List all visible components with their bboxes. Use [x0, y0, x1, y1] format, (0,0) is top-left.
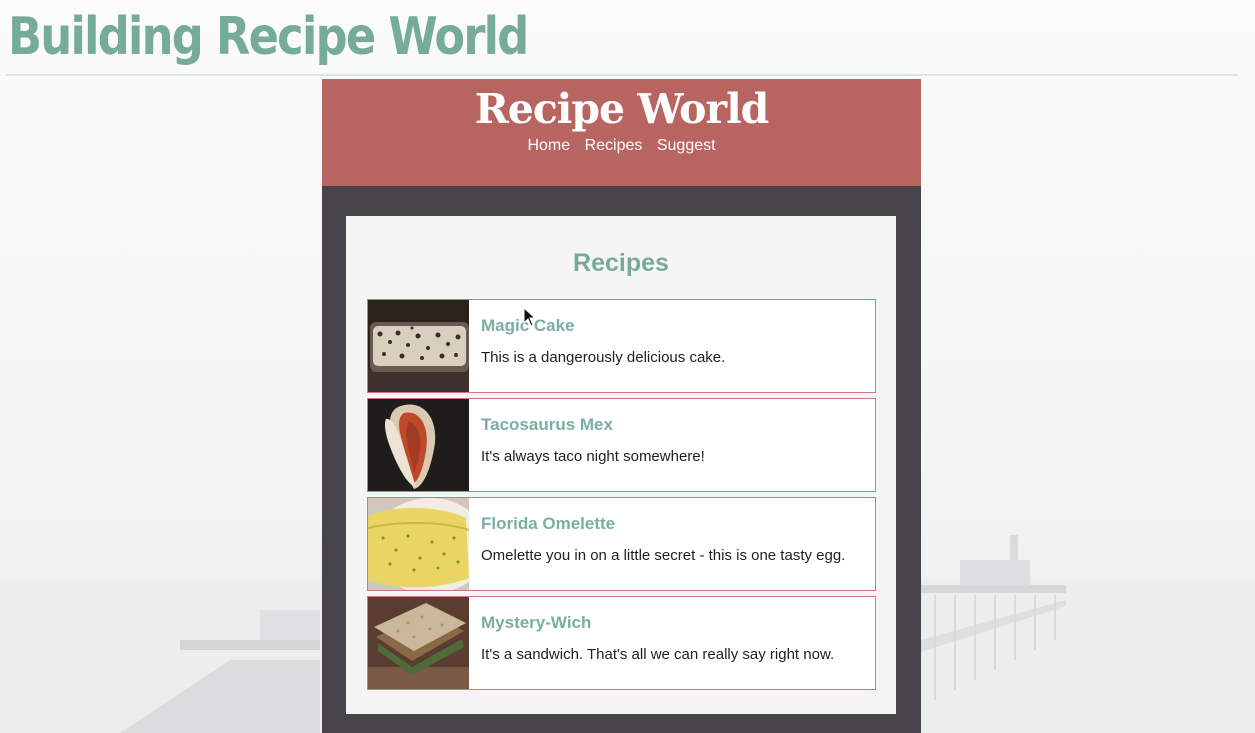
slide-title: Building Recipe World: [8, 7, 529, 67]
recipe-description: It's a sandwich. That's all we can reall…: [481, 646, 835, 663]
title-divider: [6, 74, 1238, 76]
recipe-description: This is a dangerously delicious cake.: [481, 349, 726, 366]
recipe-thumbnail-cake[interactable]: [368, 300, 469, 392]
recipe-name[interactable]: Florida Omelette: [481, 514, 615, 534]
recipe-description: Omelette you in on a little secret - thi…: [481, 547, 846, 564]
nav-home-link[interactable]: Home: [527, 137, 570, 154]
recipe-item-tacosaurus-mex[interactable]: Tacosaurus Mex It's always taco night so…: [367, 398, 876, 492]
recipe-thumbnail-omelette[interactable]: [368, 498, 469, 590]
recipe-list: Magic Cake This is a dangerously delicio…: [367, 299, 876, 695]
nav-suggest-link[interactable]: Suggest: [657, 137, 716, 154]
recipe-thumbnail-sandwich[interactable]: [368, 597, 469, 689]
recipes-content-card: Recipes Magic Cake This is a dangerously…: [346, 216, 896, 714]
nav-recipes-link[interactable]: Recipes: [585, 137, 643, 154]
recipe-name[interactable]: Mystery-Wich: [481, 613, 591, 633]
recipe-description: It's always taco night somewhere!: [481, 448, 705, 465]
recipes-section-title: Recipes: [573, 249, 669, 277]
recipe-name[interactable]: Tacosaurus Mex: [481, 415, 613, 435]
recipe-item-florida-omelette[interactable]: Florida Omelette Omelette you in on a li…: [367, 497, 876, 591]
site-header: Recipe World Home Recipes Suggest: [322, 79, 921, 186]
site-logo[interactable]: Recipe World: [322, 85, 921, 133]
arrow-cursor-icon: [523, 307, 537, 327]
browser-page: Recipe World Home Recipes Suggest Recipe…: [322, 79, 921, 733]
site-nav: Home Recipes Suggest: [322, 136, 921, 156]
recipe-thumbnail-taco[interactable]: [368, 399, 469, 491]
recipe-item-mystery-wich[interactable]: Mystery-Wich It's a sandwich. That's all…: [367, 596, 876, 690]
recipe-item-magic-cake[interactable]: Magic Cake This is a dangerously delicio…: [367, 299, 876, 393]
